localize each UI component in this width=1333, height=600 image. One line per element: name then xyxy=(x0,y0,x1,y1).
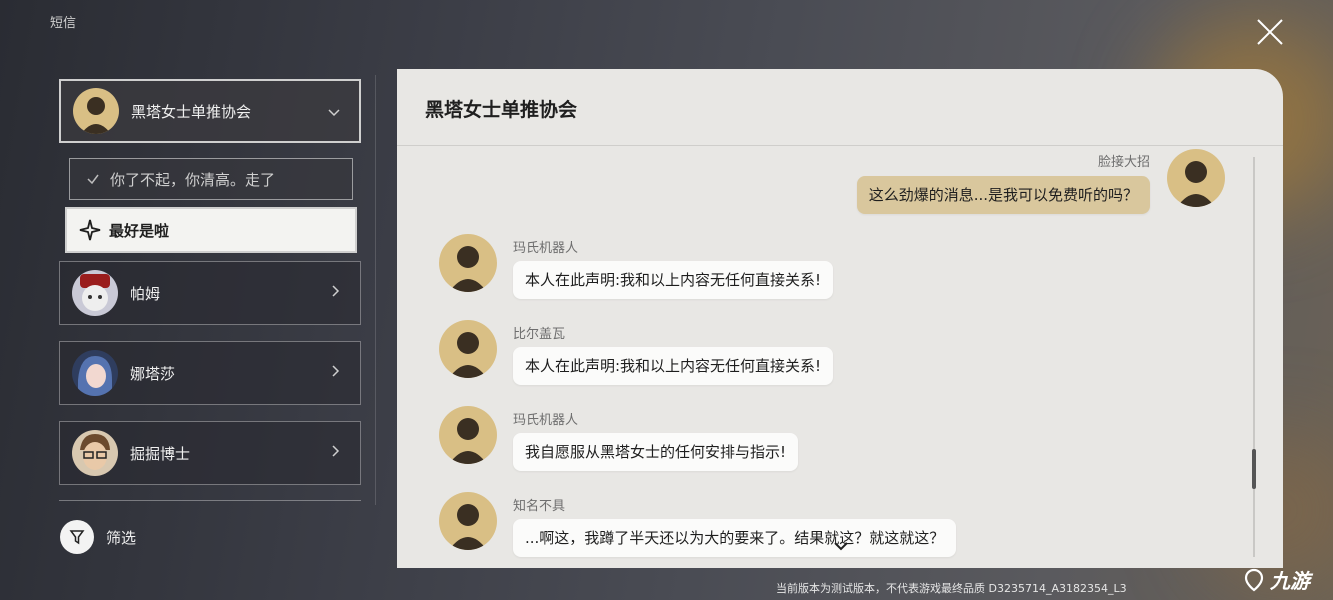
avatar xyxy=(439,492,497,550)
avatar xyxy=(1167,149,1225,207)
diamond-star-icon xyxy=(79,219,101,241)
sender-name: 脸接大招 xyxy=(1097,155,1150,170)
chevron-down-icon xyxy=(328,109,340,117)
close-icon xyxy=(1257,19,1283,45)
natasha-icon xyxy=(78,356,112,396)
filter-icon-circle xyxy=(60,520,94,554)
avatar xyxy=(72,350,118,396)
avatar xyxy=(439,320,497,378)
chevron-right-icon xyxy=(332,445,340,457)
silhouette-icon xyxy=(1177,161,1215,207)
silhouette-icon xyxy=(449,246,487,292)
sender-name: 玛氏机器人 xyxy=(513,241,579,256)
contact-item-doctor[interactable]: 掘掘博士 xyxy=(59,421,361,485)
dialogue-choice-completed[interactable]: 你了不起，你清高。走了 xyxy=(69,158,353,200)
sender-name: 玛氏机器人 xyxy=(513,413,579,428)
message-bubble-self: 这么劲爆的消息...是我可以免费听的吗？ xyxy=(856,176,1150,214)
contact-item-heita-fanclub[interactable]: 黑塔女士单推协会 xyxy=(59,79,361,143)
avatar xyxy=(439,234,497,292)
scrollbar[interactable] xyxy=(1252,157,1256,557)
divider xyxy=(397,145,1283,146)
close-button[interactable] xyxy=(1252,14,1288,50)
pom-pom-icon xyxy=(80,274,110,311)
doctor-icon xyxy=(80,434,110,470)
silhouette-icon xyxy=(449,418,487,464)
avatar xyxy=(72,430,118,476)
contact-name: 帕姆 xyxy=(130,284,161,303)
check-icon xyxy=(87,174,99,185)
avatar xyxy=(439,406,497,464)
watermark-logo: 九游 xyxy=(1242,565,1310,594)
scrollbar-thumb[interactable] xyxy=(1252,449,1256,489)
message-bubble: 本人在此声明:我和以上内容无任何直接关系! xyxy=(513,261,834,299)
screen-title: 短信 xyxy=(50,16,77,31)
contact-item-partial xyxy=(59,500,361,505)
chat-title: 黑塔女士单推协会 xyxy=(425,99,578,121)
contact-item-pom-pom[interactable]: 帕姆 xyxy=(59,261,361,325)
filter-icon xyxy=(69,530,85,545)
chevron-right-icon xyxy=(332,285,340,297)
chevron-right-icon xyxy=(332,365,340,377)
silhouette-icon xyxy=(449,504,487,550)
avatar xyxy=(73,88,119,134)
silhouette-icon xyxy=(449,332,487,378)
build-notice: 当前版本为测试版本，不代表游戏最终品质 D3235714_A3182354_L3 xyxy=(776,582,1127,595)
sender-name: 比尔盖瓦 xyxy=(513,327,566,342)
choice-text: 最好是啦 xyxy=(109,221,170,240)
filter-label: 筛选 xyxy=(106,528,137,547)
contact-item-natasha[interactable]: 娜塔莎 xyxy=(59,341,361,405)
chat-panel: 黑塔女士单推协会 脸接大招 这么劲爆的消息...是我可以免费听的吗？ 玛氏机器人… xyxy=(397,69,1283,568)
contact-name: 娜塔莎 xyxy=(130,364,176,383)
avatar xyxy=(72,270,118,316)
filter-button[interactable]: 筛选 xyxy=(60,520,136,554)
message-bubble: 我自愿服从黑塔女士的任何安排与指示! xyxy=(513,433,799,471)
silhouette-icon xyxy=(81,97,111,134)
location-pin-icon xyxy=(1244,568,1264,591)
watermark-text: 九游 xyxy=(1270,569,1310,593)
choice-text: 你了不起，你清高。走了 xyxy=(110,170,276,189)
contact-name: 掘掘博士 xyxy=(130,444,191,463)
sender-name: 知名不具 xyxy=(513,499,566,514)
message-bubble: ...啊这，我蹲了半天还以为大的要来了。结果就这？就这就这？ xyxy=(513,519,957,557)
dialogue-choice-current[interactable]: 最好是啦 xyxy=(65,207,357,253)
scroll-down-chevron-icon[interactable] xyxy=(833,541,849,551)
contact-name: 黑塔女士单推协会 xyxy=(131,102,252,121)
message-bubble: 本人在此声明:我和以上内容无任何直接关系! xyxy=(513,347,834,385)
divider xyxy=(375,75,376,505)
